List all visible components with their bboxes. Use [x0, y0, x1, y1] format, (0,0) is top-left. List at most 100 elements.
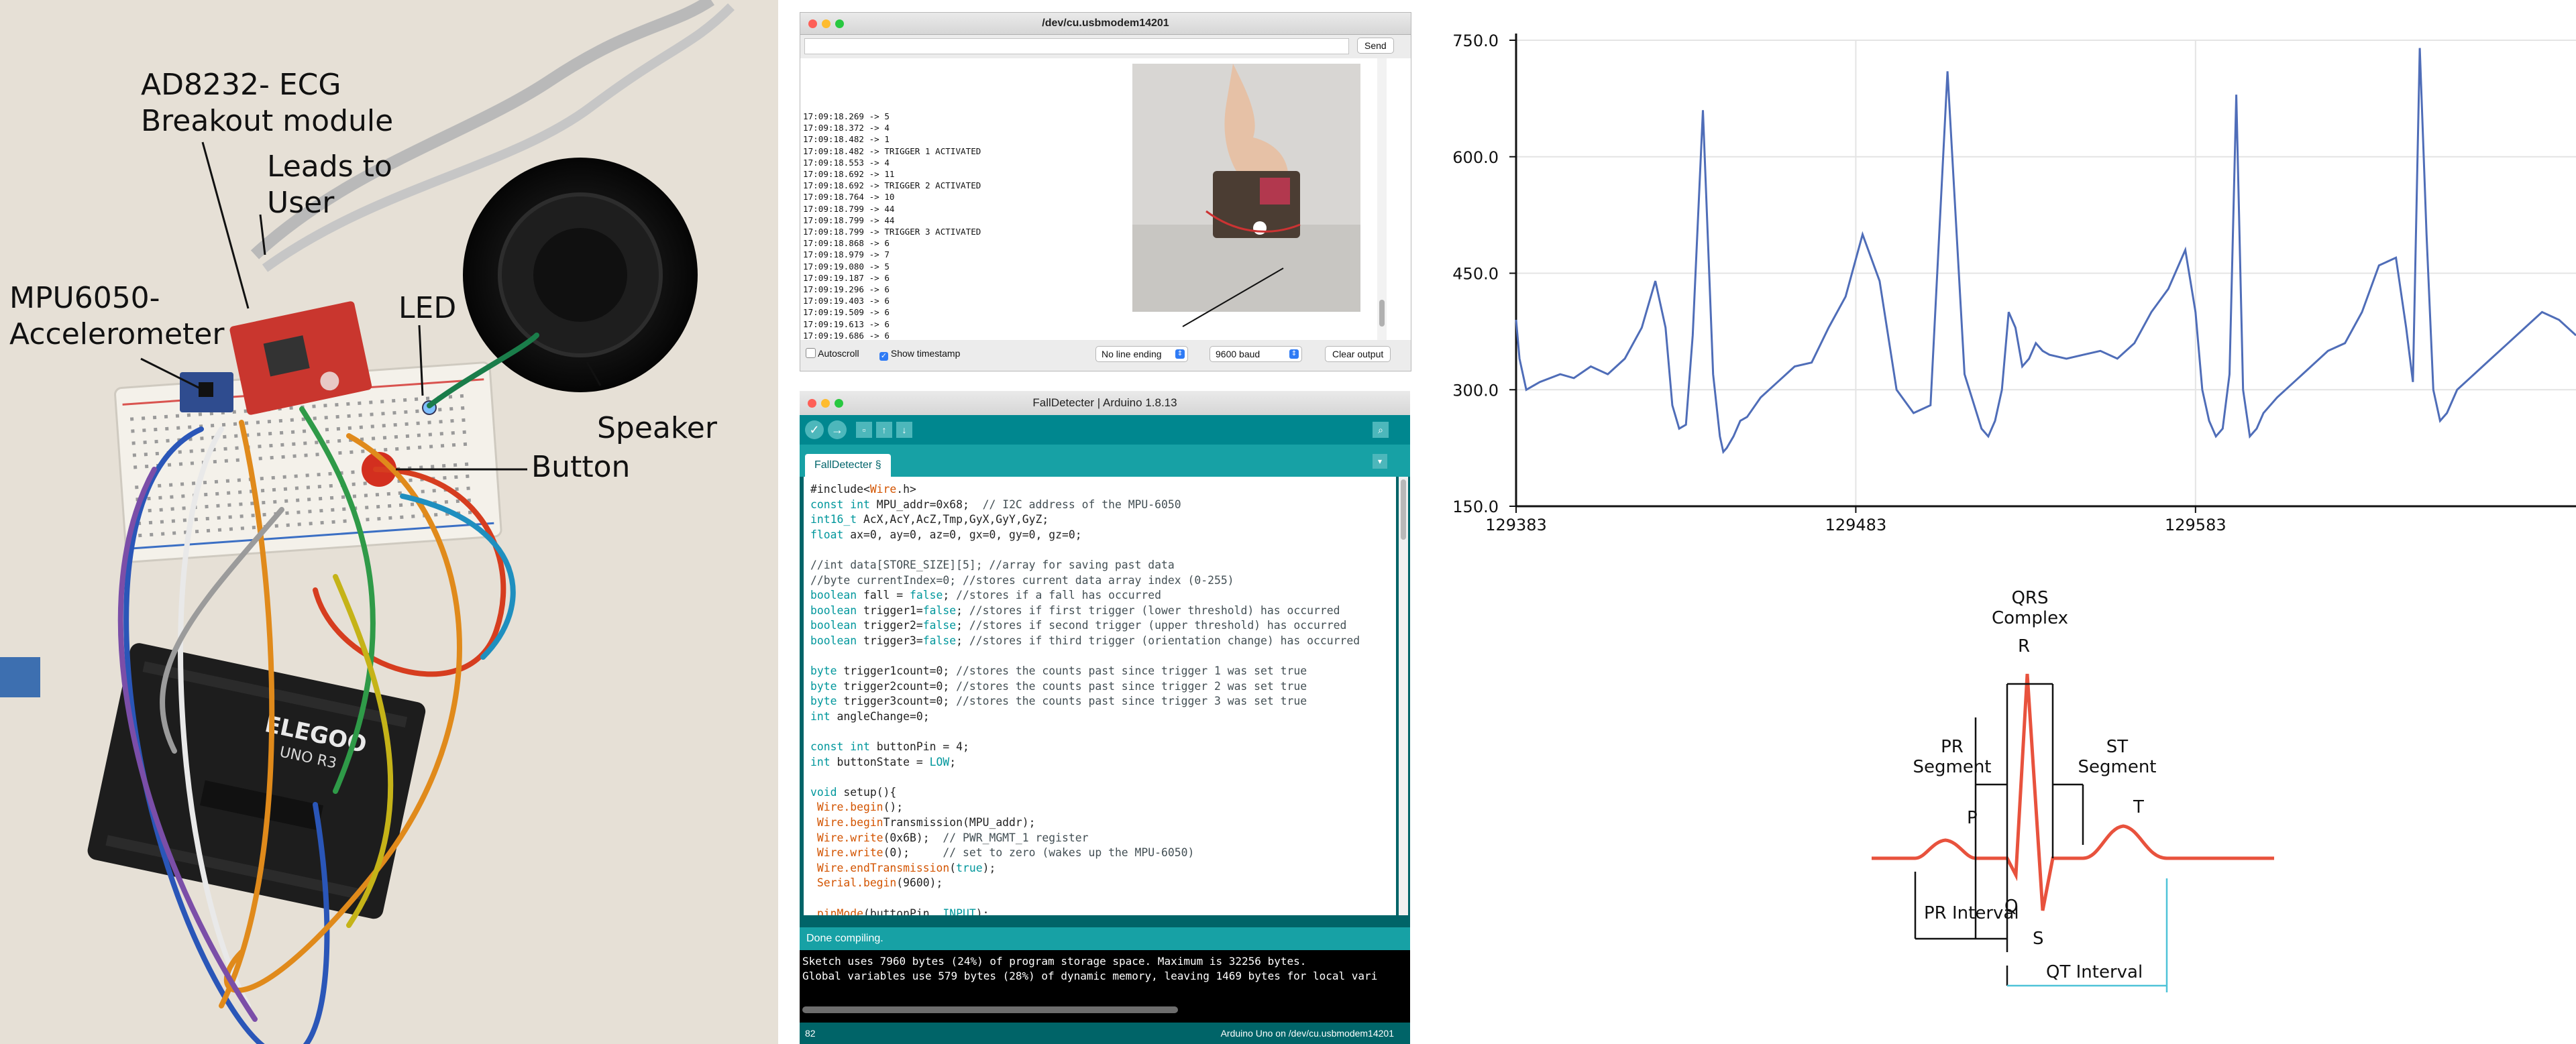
breadboard-hole: [463, 442, 468, 447]
code-line[interactable]: const int MPU_addr=0x68; // I2C address …: [810, 498, 1360, 513]
new-file-icon[interactable]: ▫: [856, 422, 872, 438]
serial-monitor-icon[interactable]: ⌕: [1373, 422, 1389, 438]
breadboard-hole: [158, 483, 162, 488]
code-line[interactable]: [810, 542, 1360, 558]
code-editor[interactable]: #include<Wire.h> const int MPU_addr=0x68;…: [804, 477, 1396, 915]
log-line: 17:09:19.296 -> 6: [803, 284, 890, 295]
breadboard-hole: [279, 430, 284, 435]
breadboard-hole: [221, 422, 226, 427]
p-wave-label: P: [1967, 808, 1978, 828]
serial-input-field[interactable]: [804, 38, 1349, 54]
log-line: 17:09:19.686 -> 6: [803, 330, 890, 340]
breadboard-hole: [171, 519, 176, 523]
chart-grid: [1515, 40, 2576, 507]
save-file-icon[interactable]: ↓: [896, 422, 912, 438]
verify-icon[interactable]: ✓: [805, 420, 824, 439]
code-line[interactable]: boolean trigger3=false; //stores if thir…: [810, 634, 1360, 649]
code-line[interactable]: boolean trigger1=false; //stores if firs…: [810, 603, 1360, 619]
breadboard-hole: [380, 400, 384, 404]
code-line[interactable]: pinMode(buttonPin, INPUT);: [810, 907, 1360, 915]
code-line[interactable]: byte trigger3count=0; //stores the count…: [810, 694, 1360, 709]
code-line[interactable]: //int data[STORE_SIZE][5]; //array for s…: [810, 558, 1360, 573]
breadboard-hole: [377, 516, 381, 521]
breadboard-hole: [240, 526, 245, 530]
code-line[interactable]: Serial.begin(9600);: [810, 876, 1360, 891]
breadboard-photo: ELEGOO UNO R3 AD8232- ECG Breakout modul…: [0, 0, 778, 1044]
code-line[interactable]: int16_t AcX,AcY,AcZ,Tmp,GyX,GyY,GyZ;: [810, 512, 1360, 528]
breadboard-hole: [188, 425, 192, 429]
breadboard-hole: [216, 504, 220, 508]
code-line[interactable]: void setup(){: [810, 785, 1360, 801]
breadboard-hole: [347, 414, 351, 418]
code-line[interactable]: Wire.beginTransmission(MPU_addr);: [810, 815, 1360, 831]
code-line[interactable]: #include<Wire.h>: [810, 482, 1360, 498]
code-line[interactable]: byte trigger2count=0; //stores the count…: [810, 679, 1360, 695]
breadboard-hole: [170, 507, 174, 511]
code-line[interactable]: const int buttonPin = 4;: [810, 740, 1360, 755]
editor-scrollbar[interactable]: [1399, 477, 1408, 915]
code-line[interactable]: byte trigger1count=0; //stores the count…: [810, 664, 1360, 679]
send-button[interactable]: Send: [1357, 38, 1394, 54]
breadboard-hole: [427, 420, 431, 424]
tab-falldetecter[interactable]: FallDetecter §: [805, 454, 891, 477]
breadboard-hole: [409, 478, 413, 482]
qt-interval-label: QT Interval: [2046, 962, 2143, 982]
baud-select[interactable]: 9600 baud ⇕: [1210, 346, 1302, 362]
breadboard-hole: [239, 514, 244, 518]
breadboard-hole: [206, 528, 211, 533]
breadboard-hole: [304, 453, 308, 457]
breadboard-hole: [271, 475, 275, 480]
tab-menu-icon[interactable]: ▾: [1373, 454, 1387, 469]
code-line[interactable]: int buttonState = LOW;: [810, 755, 1360, 770]
breadboard-hole: [168, 483, 173, 487]
autoscroll-toggle[interactable]: Autoscroll: [806, 348, 859, 359]
breadboard-hole: [235, 458, 239, 462]
breadboard-hole: [331, 508, 335, 512]
code-line[interactable]: //byte currentIndex=0; //stores current …: [810, 573, 1360, 589]
code-line[interactable]: [810, 891, 1360, 907]
code-line[interactable]: [810, 770, 1360, 785]
serial-scrollbar[interactable]: [1377, 58, 1387, 340]
open-file-icon[interactable]: ↑: [876, 422, 892, 438]
code-line[interactable]: [810, 725, 1360, 740]
log-line: 17:09:18.799 -> TRIGGER 3 ACTIVATED: [803, 227, 981, 237]
r-wave-label: R: [2018, 636, 2030, 656]
breadboard-hole: [393, 422, 397, 427]
code-line[interactable]: Wire.write(0); // set to zero (wakes up …: [810, 846, 1360, 861]
code-line[interactable]: [810, 649, 1360, 664]
breadboard-hole: [428, 432, 433, 437]
upload-icon[interactable]: →: [828, 420, 847, 439]
breadboard-hole: [441, 464, 446, 468]
code-text[interactable]: #include<Wire.h> const int MPU_addr=0x68;…: [810, 482, 1360, 915]
console-scrollbar[interactable]: [802, 1006, 1178, 1013]
breadboard-hole: [371, 437, 376, 441]
st-segment-label-1: ST: [2106, 737, 2129, 757]
ide-footer: 82 Arduino Uno on /dev/cu.usbmodem14201: [800, 1023, 1410, 1044]
timestamp-toggle[interactable]: ✓ Show timestamp: [879, 348, 960, 361]
code-line[interactable]: Wire.write(0x6B); // PWR_MGMT_1 register: [810, 831, 1360, 846]
breadboard-hole: [217, 528, 222, 532]
breadboard-hole: [335, 402, 339, 407]
autoscroll-checkbox[interactable]: [806, 348, 816, 358]
breadboard-hole: [370, 424, 374, 428]
breadboard-hole: [252, 526, 256, 530]
code-line[interactable]: Wire.endTransmission(true);: [810, 861, 1360, 876]
code-line[interactable]: int angleChange=0;: [810, 709, 1360, 725]
breadboard-hole: [352, 494, 357, 498]
breadboard-hole: [405, 434, 410, 439]
log-line: 17:09:18.764 -> 10: [803, 192, 895, 202]
clear-output-button[interactable]: Clear output: [1325, 346, 1391, 362]
breadboard-hole: [411, 514, 415, 518]
ide-titlebar: FallDetecter | Arduino 1.8.13: [800, 391, 1410, 416]
breadboard-hole: [382, 424, 386, 428]
code-line[interactable]: boolean trigger2=false; //stores if seco…: [810, 618, 1360, 634]
code-line[interactable]: float ax=0, ay=0, az=0, gx=0, gy=0, gz=0…: [810, 528, 1360, 543]
code-line[interactable]: Wire.begin();: [810, 800, 1360, 815]
breadboard-hole: [338, 451, 342, 455]
code-line[interactable]: boolean fall = false; //stores if a fall…: [810, 588, 1360, 603]
breadboard-hole: [432, 489, 436, 493]
console-output: Sketch uses 7960 bytes (24%) of program …: [800, 950, 1410, 1023]
line-ending-select[interactable]: No line ending ⇕: [1095, 346, 1188, 362]
breadboard-hole: [296, 498, 300, 502]
checkmark-icon[interactable]: ✓: [879, 352, 888, 361]
